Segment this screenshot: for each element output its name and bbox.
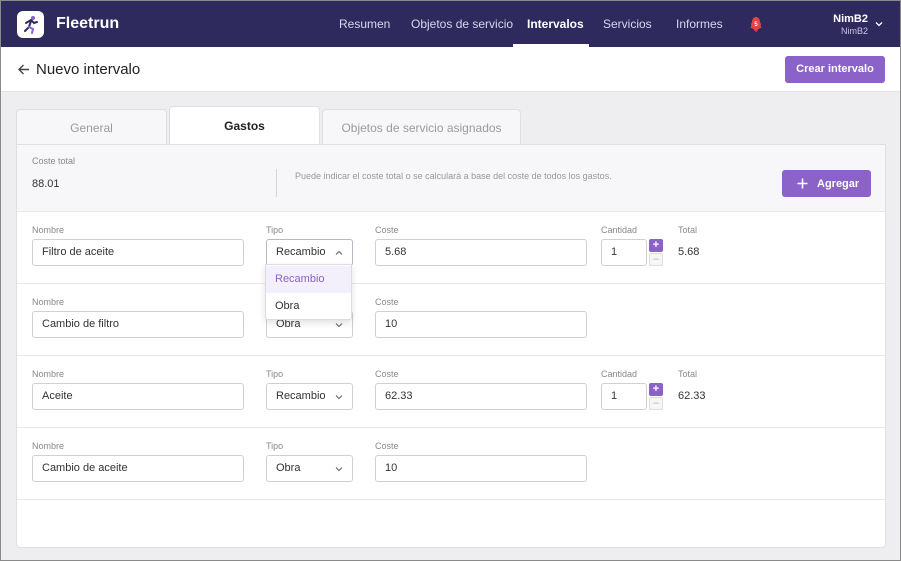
tab-assigned-service-objects[interactable]: Objetos de servicio asignados [322,109,521,145]
total-cost-hint: Puede indicar el coste total o se calcul… [295,171,612,181]
cost-label: Coste [375,225,399,235]
quantity-label: Cantidad [601,225,638,235]
total-cost-value[interactable]: 88.01 [32,178,60,190]
expense-cost-input[interactable]: 5.68 [375,239,587,266]
name-label: Nombre [32,441,65,451]
tab-general[interactable]: General [16,109,167,145]
expense-type-select[interactable]: Recambio [266,383,353,410]
expense-name-input[interactable]: Cambio de filtro [32,311,244,338]
row-total-value: 5.68 [678,246,700,258]
expense-type-select[interactable]: Recambio [266,239,353,266]
type-label: Tipo [266,441,284,451]
quantity-decrement-button[interactable]: – [649,253,663,266]
expense-row: Nombre Cambio de filtro Obra Coste 10 [17,284,885,356]
dropdown-option-obra[interactable]: Obra [266,293,351,320]
quantity-input[interactable]: 1 [601,383,647,410]
expense-name-input[interactable]: Filtro de aceite [32,239,244,266]
cost-label: Coste [375,297,399,307]
expense-type-value: Obra [276,462,301,474]
expense-name-input[interactable]: Cambio de aceite [32,455,244,482]
nav-objetos-de-servicio[interactable]: Objetos de servicio [411,17,513,31]
user-account: NimB2 [840,26,868,36]
page-title: Nuevo intervalo [36,61,141,78]
nav-servicios[interactable]: Servicios [603,17,652,31]
fleetrun-logo-icon[interactable] [17,11,44,38]
cost-label: Coste [375,369,399,379]
expense-name-input[interactable]: Aceite [32,383,244,410]
back-arrow-icon[interactable] [17,63,30,76]
expense-row: Nombre Aceite Tipo Recambio Coste 62.33 … [17,356,885,428]
quantity-label: Cantidad [601,369,638,379]
top-nav-bar: Fleetrun Resumen Objetos de servicio Int… [1,1,900,47]
cost-label: Coste [375,441,399,451]
expense-row: Nombre Cambio de aceite Tipo Obra Coste … [17,428,885,500]
tab-gastos[interactable]: Gastos [169,106,320,145]
expense-cost-input[interactable]: 62.33 [375,383,587,410]
type-label: Tipo [266,369,284,379]
quantity-input[interactable]: 1 [601,239,647,266]
expense-type-select[interactable]: Obra [266,455,353,482]
nav-intervalos[interactable]: Intervalos [527,17,584,31]
notification-badge: 5 [751,20,761,30]
add-expense-label: Agregar [817,178,860,190]
chevron-down-icon [335,323,343,328]
total-label: Total [678,369,698,379]
expense-type-value: Recambio [276,390,326,402]
expense-cost-input[interactable]: 10 [375,311,587,338]
page-header: Nuevo intervalo Crear intervalo [1,47,900,92]
summary-divider [276,169,277,197]
row-total-value: 62.33 [678,390,706,402]
expense-cost-input[interactable]: 10 [375,455,587,482]
type-label: Tipo [266,225,284,235]
user-name[interactable]: NimB2 [833,13,868,25]
total-cost-label: Coste total [32,156,76,166]
brand-name: Fleetrun [56,15,120,32]
quantity-decrement-button[interactable]: – [649,397,663,410]
name-label: Nombre [32,225,65,235]
nav-resumen[interactable]: Resumen [339,17,390,31]
quantity-increment-button[interactable]: + [649,239,663,252]
chevron-up-icon [335,250,343,255]
type-dropdown-menu: Recambio Obra [265,264,352,320]
plus-icon [797,178,808,189]
expenses-card: Coste total 88.01 Puede indicar el coste… [16,144,886,548]
chevron-down-icon[interactable] [875,20,883,28]
name-label: Nombre [32,297,65,307]
app-window: Fleetrun Resumen Objetos de servicio Int… [0,0,901,561]
name-label: Nombre [32,369,65,379]
chevron-down-icon [335,395,343,400]
quantity-increment-button[interactable]: + [649,383,663,396]
cost-summary: Coste total 88.01 Puede indicar el coste… [17,145,885,212]
add-expense-button[interactable]: Agregar [782,170,871,197]
create-interval-button[interactable]: Crear intervalo [785,56,885,83]
nav-informes[interactable]: Informes [676,17,723,31]
expense-type-value: Recambio [276,246,326,258]
chevron-down-icon [335,467,343,472]
dropdown-option-recambio[interactable]: Recambio [266,266,351,293]
expense-row: Nombre Filtro de aceite Tipo Recambio Co… [17,212,885,284]
total-label: Total [678,225,698,235]
